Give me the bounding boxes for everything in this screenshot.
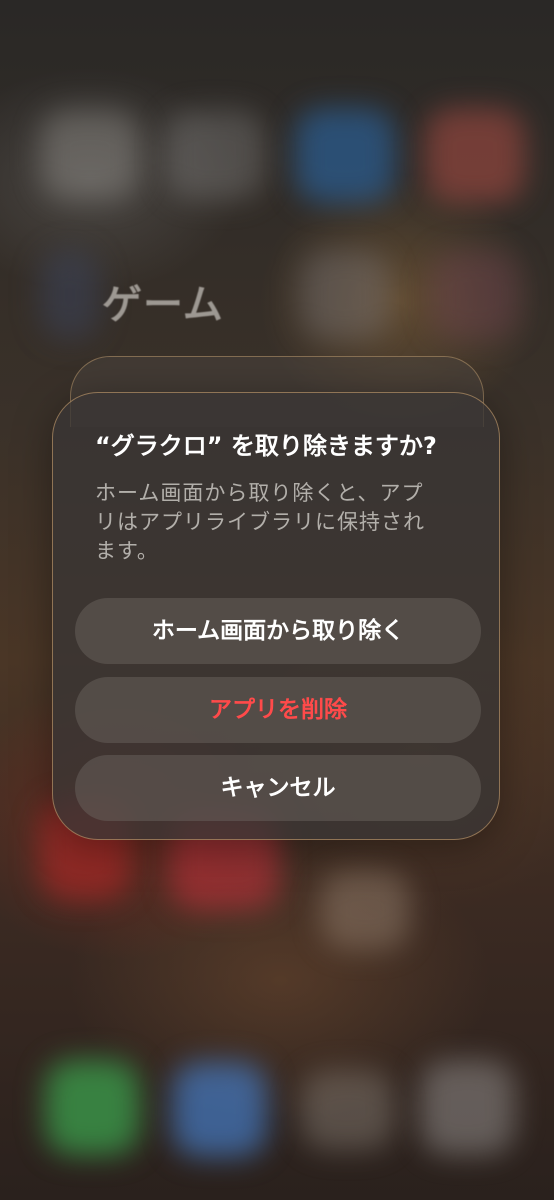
blurred-dock-icon	[300, 1070, 395, 1150]
cancel-button[interactable]: キャンセル	[75, 755, 481, 821]
alert-message: ホーム画面から取り除くと、アプリはアプリライブラリに保持されます。	[95, 481, 425, 563]
home-screen-background: ゲーム “グラクロ” を取り除きますか? ホーム画面から取り除くと、アプリはアプ…	[0, 0, 554, 1200]
blurred-dock-icon	[420, 1060, 515, 1155]
blurred-dock-icon-phone	[45, 1060, 140, 1155]
blurred-app-icon	[165, 110, 265, 200]
remove-from-home-screen-button[interactable]: ホーム画面から取り除く	[75, 598, 481, 664]
blurred-app-icon	[425, 108, 525, 203]
folder-title: ゲーム	[102, 282, 224, 328]
delete-app-button[interactable]: アプリを削除	[75, 677, 481, 743]
blurred-app-icon	[40, 250, 100, 340]
blurred-dock-icon-safari	[172, 1062, 267, 1157]
blurred-app-icon	[295, 108, 395, 203]
remove-app-alert: “グラクロ” を取り除きますか? ホーム画面から取り除くと、アプリはアプリライブ…	[52, 392, 500, 840]
alert-title: “グラクロ” を取り除きますか?	[95, 432, 437, 460]
blurred-app-icon	[300, 250, 390, 340]
blurred-app-icon	[40, 110, 140, 200]
blurred-app-icon	[430, 250, 520, 340]
blurred-app-icon	[320, 870, 410, 950]
